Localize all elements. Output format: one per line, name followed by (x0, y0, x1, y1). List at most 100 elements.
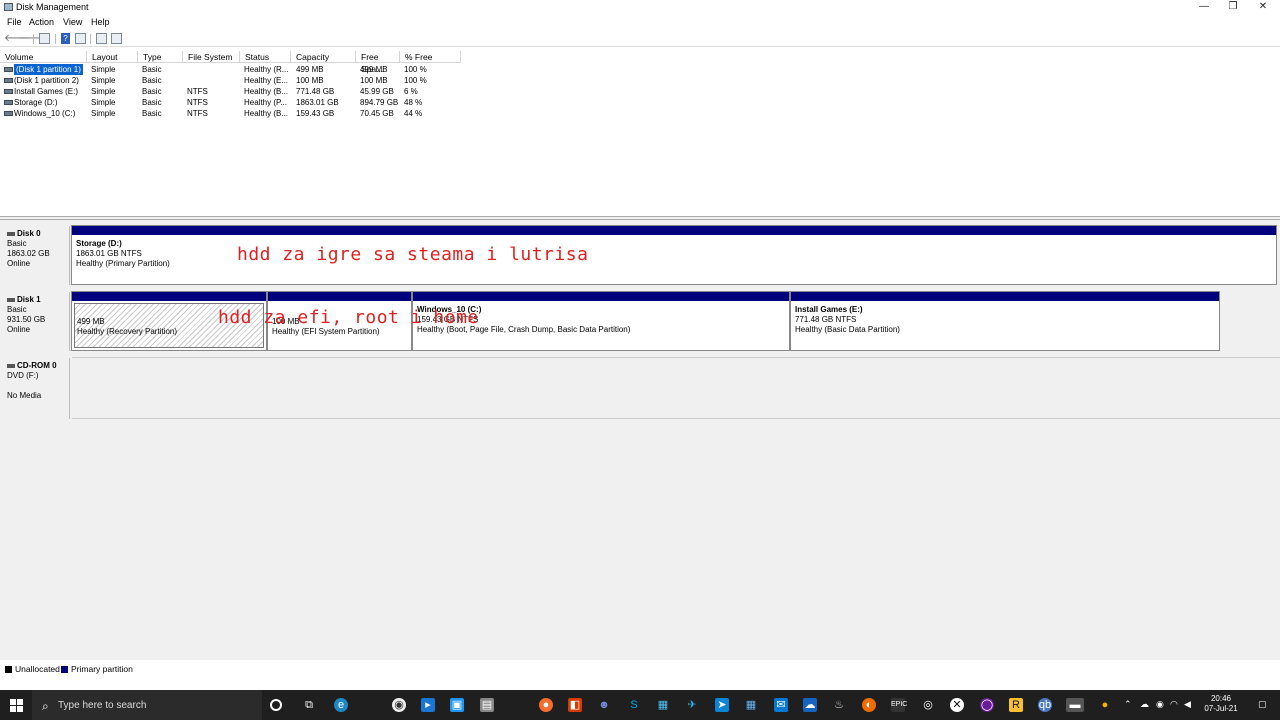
volume-capacity: 1863.01 GB (296, 98, 339, 107)
cloud-icon[interactable]: ☁ (803, 698, 817, 712)
store-icon[interactable]: ▤ (480, 698, 494, 712)
partition-status: Healthy (EFI System Partition) (272, 327, 380, 336)
edge-icon[interactable]: e (334, 698, 348, 712)
volume-capacity: 499 MB (296, 65, 324, 74)
partition-size: 771.48 GB NTFS (795, 315, 857, 324)
volume-icon[interactable]: ◀ (1184, 699, 1191, 710)
telegram-icon[interactable]: ✈ (685, 698, 699, 712)
gallery-icon[interactable]: ▦ (656, 698, 670, 712)
volume-status: Healthy (P... (244, 98, 287, 107)
volume-row[interactable]: Windows_10 (C:) Simple Basic NTFS Health… (0, 108, 470, 119)
volume-fs: NTFS (187, 98, 208, 107)
volume-name: (Disk 1 partition 2) (14, 76, 79, 85)
column-layout[interactable]: Layout (87, 51, 138, 63)
rockstar-icon[interactable]: R (1009, 698, 1023, 712)
menu-help[interactable]: Help (91, 17, 110, 27)
column-file-system[interactable]: File System (183, 51, 240, 63)
xbox-icon[interactable]: ✕ (950, 698, 964, 712)
column-percent-free[interactable]: % Free (400, 51, 461, 63)
list-view-icon[interactable] (111, 33, 122, 44)
volume-type: Basic (142, 65, 162, 74)
volume-status: Healthy (R... (244, 65, 289, 74)
minimize-button[interactable]: — (1189, 0, 1219, 15)
properties-icon[interactable] (75, 33, 86, 44)
wifi-icon[interactable]: ◠ (1170, 699, 1178, 710)
qbittorrent-icon[interactable]: qb (1038, 698, 1052, 712)
mail-app-icon[interactable]: ▸ (421, 698, 435, 712)
disk0-info[interactable]: Disk 0 Basic 1863.02 GB Online (2, 226, 70, 285)
cdrom0-info[interactable]: CD-ROM 0 DVD (F:) No Media (2, 358, 70, 419)
disk0-name: Disk 0 (17, 229, 41, 238)
primary-swatch (61, 666, 68, 673)
taskbar-search[interactable]: ⌕ Type here to search (32, 690, 262, 720)
column-status[interactable]: Status (240, 51, 291, 63)
system-clock[interactable]: 20:46 07-Jul-21 (1196, 694, 1246, 714)
search-icon: ⌕ (42, 699, 49, 713)
photos-icon[interactable]: ▣ (450, 698, 464, 712)
volume-row[interactable]: Storage (D:) Simple Basic NTFS Healthy (… (0, 97, 470, 108)
disk-icon (7, 297, 15, 302)
steam-icon[interactable]: ♨ (832, 698, 846, 712)
games-partition[interactable]: Install Games (E:) 771.48 GB NTFS Health… (790, 291, 1220, 351)
vpn-icon[interactable]: ◎ (921, 698, 935, 712)
menu-view[interactable]: View (63, 17, 82, 27)
cortana-icon[interactable] (270, 699, 282, 711)
primary-partition-bar (791, 292, 1219, 301)
telegram-app-icon[interactable]: ➤ (715, 698, 729, 712)
partition-status: Healthy (Recovery Partition) (77, 327, 178, 336)
column-free-space[interactable]: Free Spa... (356, 51, 400, 74)
volume-row[interactable]: (Disk 1 partition 2) Simple Basic Health… (0, 75, 470, 86)
disk0-size: 1863.02 GB (7, 249, 50, 258)
steam-tray-icon[interactable]: ◉ (1156, 699, 1164, 710)
cdrom0-area[interactable] (72, 357, 1280, 419)
menu-action[interactable]: Action (29, 17, 54, 27)
volume-list-header: Volume Layout Type File System Status Ca… (0, 51, 461, 74)
menu-file[interactable]: File (7, 17, 22, 27)
volume-row[interactable]: Install Games (E:) Simple Basic NTFS Hea… (0, 86, 470, 97)
calendar-icon[interactable]: ▦ (744, 698, 758, 712)
volume-percent: 100 % (404, 65, 427, 74)
volume-row[interactable]: (Disk 1 partition 1) Simple Basic Health… (0, 64, 470, 75)
primary-partition-bar (268, 292, 411, 301)
legend-primary: Primary partition (71, 664, 133, 674)
origin-icon[interactable]: ● (539, 698, 553, 712)
disk1-info[interactable]: Disk 1 Basic 931.50 GB Online (2, 292, 70, 351)
annotation-disk1: hdd za efi, root i home (218, 307, 479, 328)
cdrom0-state: No Media (7, 391, 42, 400)
column-volume[interactable]: Volume (0, 51, 87, 63)
volume-type: Basic (142, 87, 162, 96)
obs-icon[interactable]: ◯ (980, 698, 994, 712)
volume-free: 45.99 GB (360, 87, 394, 96)
column-capacity[interactable]: Capacity (291, 51, 356, 63)
skype-icon[interactable]: S (627, 698, 641, 712)
network-icon[interactable]: ☁ (1140, 699, 1149, 710)
clock-date: 07-Jul-21 (1204, 704, 1238, 713)
outlook-icon[interactable]: ✉ (774, 698, 788, 712)
volume-type: Basic (142, 98, 162, 107)
epic-games-icon[interactable]: EPIC (891, 698, 907, 712)
disk-management-icon[interactable]: ▬ (1066, 698, 1084, 712)
start-button[interactable] (10, 699, 23, 712)
volume-type: Basic (142, 76, 162, 85)
toolbar-separator (55, 34, 56, 44)
blitz-icon[interactable]: ◐ (862, 698, 876, 712)
volume-percent: 44 % (404, 109, 423, 118)
toolbar-separator (33, 34, 34, 44)
restore-button[interactable]: ❐ (1218, 0, 1248, 15)
task-view-icon[interactable]: ⧉ (302, 698, 316, 712)
connect-icon[interactable] (96, 33, 107, 44)
volume-layout: Simple (91, 76, 116, 85)
console-tree-icon[interactable] (39, 33, 50, 44)
notification-circle-icon[interactable]: ● (1098, 698, 1112, 712)
column-type[interactable]: Type (138, 51, 183, 63)
partition-name: Install Games (E:) (795, 305, 863, 314)
notification-center-icon[interactable]: ▢ (1258, 699, 1267, 710)
discord-icon[interactable]: ☻ (597, 698, 611, 712)
close-button[interactable]: ✕ (1248, 0, 1278, 15)
office-icon[interactable]: ◧ (568, 698, 582, 712)
chevron-up-icon[interactable]: ⌃ (1124, 699, 1132, 710)
media-player-icon[interactable]: ◉ (392, 698, 406, 712)
volume-name: Windows_10 (C:) (14, 109, 76, 118)
volume-name: Install Games (E:) (14, 87, 79, 96)
help-icon[interactable]: ? (61, 33, 70, 44)
